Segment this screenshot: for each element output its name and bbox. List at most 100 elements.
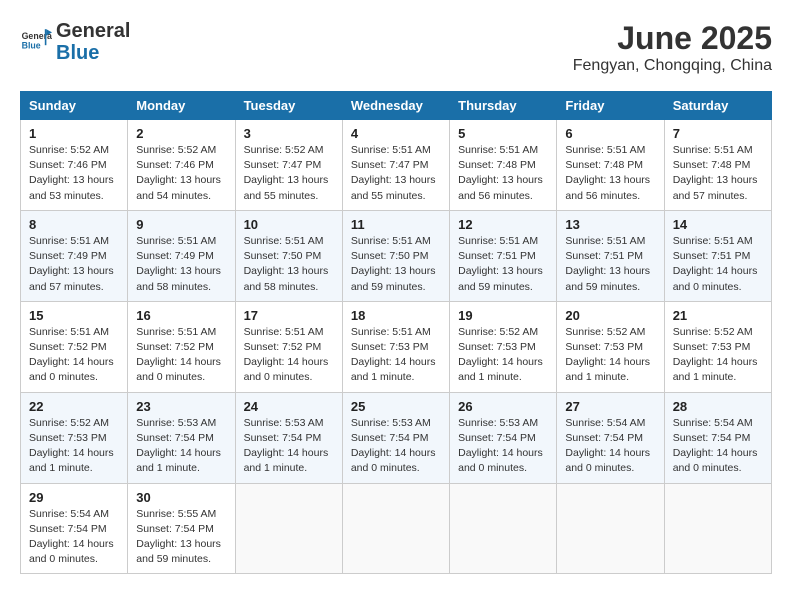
day-number: 27 (565, 399, 655, 414)
calendar-cell: 5 Sunrise: 5:51 AM Sunset: 7:48 PM Dayli… (450, 120, 557, 211)
sunset-label: Sunset: 7:48 PM (458, 159, 536, 171)
weekday-header-monday: Monday (128, 92, 235, 120)
calendar-cell: 14 Sunrise: 5:51 AM Sunset: 7:51 PM Dayl… (664, 210, 771, 301)
logo: General Blue General Blue (20, 20, 130, 64)
calendar-cell: 20 Sunrise: 5:52 AM Sunset: 7:53 PM Dayl… (557, 301, 664, 392)
calendar-week-1: 1 Sunrise: 5:52 AM Sunset: 7:46 PM Dayli… (21, 120, 772, 211)
sunset-label: Sunset: 7:50 PM (351, 250, 429, 262)
day-number: 22 (29, 399, 119, 414)
sunset-label: Sunset: 7:54 PM (351, 432, 429, 444)
day-info: Sunrise: 5:55 AM Sunset: 7:54 PM Dayligh… (136, 507, 226, 568)
weekday-header-wednesday: Wednesday (342, 92, 449, 120)
day-number: 19 (458, 308, 548, 323)
calendar-cell (664, 483, 771, 574)
day-info: Sunrise: 5:51 AM Sunset: 7:48 PM Dayligh… (565, 143, 655, 204)
daylight-label: Daylight: 13 hours and 58 minutes. (136, 265, 221, 292)
calendar-cell: 19 Sunrise: 5:52 AM Sunset: 7:53 PM Dayl… (450, 301, 557, 392)
sunset-label: Sunset: 7:54 PM (136, 523, 214, 535)
daylight-label: Daylight: 14 hours and 0 minutes. (673, 447, 758, 474)
daylight-label: Daylight: 14 hours and 0 minutes. (351, 447, 436, 474)
day-info: Sunrise: 5:52 AM Sunset: 7:53 PM Dayligh… (458, 325, 548, 386)
day-number: 3 (244, 126, 334, 141)
sunset-label: Sunset: 7:51 PM (673, 250, 751, 262)
sunrise-label: Sunrise: 5:54 AM (565, 417, 645, 429)
day-info: Sunrise: 5:54 AM Sunset: 7:54 PM Dayligh… (565, 416, 655, 477)
sunset-label: Sunset: 7:48 PM (565, 159, 643, 171)
sunrise-label: Sunrise: 5:51 AM (244, 235, 324, 247)
calendar-cell: 7 Sunrise: 5:51 AM Sunset: 7:48 PM Dayli… (664, 120, 771, 211)
calendar-week-4: 22 Sunrise: 5:52 AM Sunset: 7:53 PM Dayl… (21, 392, 772, 483)
sunset-label: Sunset: 7:53 PM (29, 432, 107, 444)
daylight-label: Daylight: 14 hours and 1 minute. (351, 356, 436, 383)
sunset-label: Sunset: 7:52 PM (29, 341, 107, 353)
sunrise-label: Sunrise: 5:52 AM (673, 326, 753, 338)
sunset-label: Sunset: 7:54 PM (136, 432, 214, 444)
sunset-label: Sunset: 7:54 PM (244, 432, 322, 444)
calendar-cell: 4 Sunrise: 5:51 AM Sunset: 7:47 PM Dayli… (342, 120, 449, 211)
sunset-label: Sunset: 7:46 PM (136, 159, 214, 171)
day-number: 25 (351, 399, 441, 414)
daylight-label: Daylight: 13 hours and 53 minutes. (29, 174, 114, 201)
calendar-cell: 16 Sunrise: 5:51 AM Sunset: 7:52 PM Dayl… (128, 301, 235, 392)
sunrise-label: Sunrise: 5:52 AM (458, 326, 538, 338)
sunset-label: Sunset: 7:54 PM (458, 432, 536, 444)
sunrise-label: Sunrise: 5:51 AM (565, 144, 645, 156)
month-title: June 2025 (573, 20, 772, 57)
sunrise-label: Sunrise: 5:51 AM (458, 235, 538, 247)
day-info: Sunrise: 5:51 AM Sunset: 7:53 PM Dayligh… (351, 325, 441, 386)
day-number: 7 (673, 126, 763, 141)
day-info: Sunrise: 5:54 AM Sunset: 7:54 PM Dayligh… (673, 416, 763, 477)
calendar-week-2: 8 Sunrise: 5:51 AM Sunset: 7:49 PM Dayli… (21, 210, 772, 301)
sunrise-label: Sunrise: 5:51 AM (136, 235, 216, 247)
day-number: 15 (29, 308, 119, 323)
daylight-label: Daylight: 13 hours and 56 minutes. (565, 174, 650, 201)
day-number: 9 (136, 217, 226, 232)
sunrise-label: Sunrise: 5:52 AM (244, 144, 324, 156)
sunrise-label: Sunrise: 5:51 AM (29, 235, 109, 247)
day-number: 30 (136, 490, 226, 505)
calendar-cell: 25 Sunrise: 5:53 AM Sunset: 7:54 PM Dayl… (342, 392, 449, 483)
weekday-header-friday: Friday (557, 92, 664, 120)
day-number: 18 (351, 308, 441, 323)
svg-text:Blue: Blue (22, 40, 41, 50)
calendar-week-3: 15 Sunrise: 5:51 AM Sunset: 7:52 PM Dayl… (21, 301, 772, 392)
sunset-label: Sunset: 7:54 PM (565, 432, 643, 444)
sunset-label: Sunset: 7:46 PM (29, 159, 107, 171)
day-number: 26 (458, 399, 548, 414)
day-number: 24 (244, 399, 334, 414)
calendar-cell: 22 Sunrise: 5:52 AM Sunset: 7:53 PM Dayl… (21, 392, 128, 483)
daylight-label: Daylight: 14 hours and 0 minutes. (136, 356, 221, 383)
daylight-label: Daylight: 14 hours and 0 minutes. (29, 356, 114, 383)
sunset-label: Sunset: 7:47 PM (351, 159, 429, 171)
daylight-label: Daylight: 13 hours and 57 minutes. (29, 265, 114, 292)
sunrise-label: Sunrise: 5:54 AM (673, 417, 753, 429)
sunrise-label: Sunrise: 5:51 AM (351, 235, 431, 247)
calendar-week-5: 29 Sunrise: 5:54 AM Sunset: 7:54 PM Dayl… (21, 483, 772, 574)
daylight-label: Daylight: 14 hours and 1 minute. (244, 447, 329, 474)
sunrise-label: Sunrise: 5:51 AM (244, 326, 324, 338)
sunrise-label: Sunrise: 5:52 AM (29, 417, 109, 429)
day-info: Sunrise: 5:52 AM Sunset: 7:53 PM Dayligh… (673, 325, 763, 386)
sunset-label: Sunset: 7:49 PM (136, 250, 214, 262)
day-info: Sunrise: 5:51 AM Sunset: 7:49 PM Dayligh… (29, 234, 119, 295)
day-info: Sunrise: 5:51 AM Sunset: 7:47 PM Dayligh… (351, 143, 441, 204)
sunset-label: Sunset: 7:54 PM (29, 523, 107, 535)
daylight-label: Daylight: 13 hours and 59 minutes. (565, 265, 650, 292)
day-number: 1 (29, 126, 119, 141)
day-number: 4 (351, 126, 441, 141)
daylight-label: Daylight: 13 hours and 59 minutes. (458, 265, 543, 292)
calendar-cell: 30 Sunrise: 5:55 AM Sunset: 7:54 PM Dayl… (128, 483, 235, 574)
calendar-header-row: SundayMondayTuesdayWednesdayThursdayFrid… (21, 92, 772, 120)
day-number: 17 (244, 308, 334, 323)
calendar-cell: 10 Sunrise: 5:51 AM Sunset: 7:50 PM Dayl… (235, 210, 342, 301)
sunset-label: Sunset: 7:51 PM (458, 250, 536, 262)
day-number: 23 (136, 399, 226, 414)
day-info: Sunrise: 5:51 AM Sunset: 7:51 PM Dayligh… (565, 234, 655, 295)
calendar-cell: 23 Sunrise: 5:53 AM Sunset: 7:54 PM Dayl… (128, 392, 235, 483)
sunrise-label: Sunrise: 5:55 AM (136, 508, 216, 520)
sunset-label: Sunset: 7:53 PM (565, 341, 643, 353)
calendar-cell: 13 Sunrise: 5:51 AM Sunset: 7:51 PM Dayl… (557, 210, 664, 301)
location-title: Fengyan, Chongqing, China (573, 57, 772, 75)
sunset-label: Sunset: 7:54 PM (673, 432, 751, 444)
day-info: Sunrise: 5:53 AM Sunset: 7:54 PM Dayligh… (136, 416, 226, 477)
